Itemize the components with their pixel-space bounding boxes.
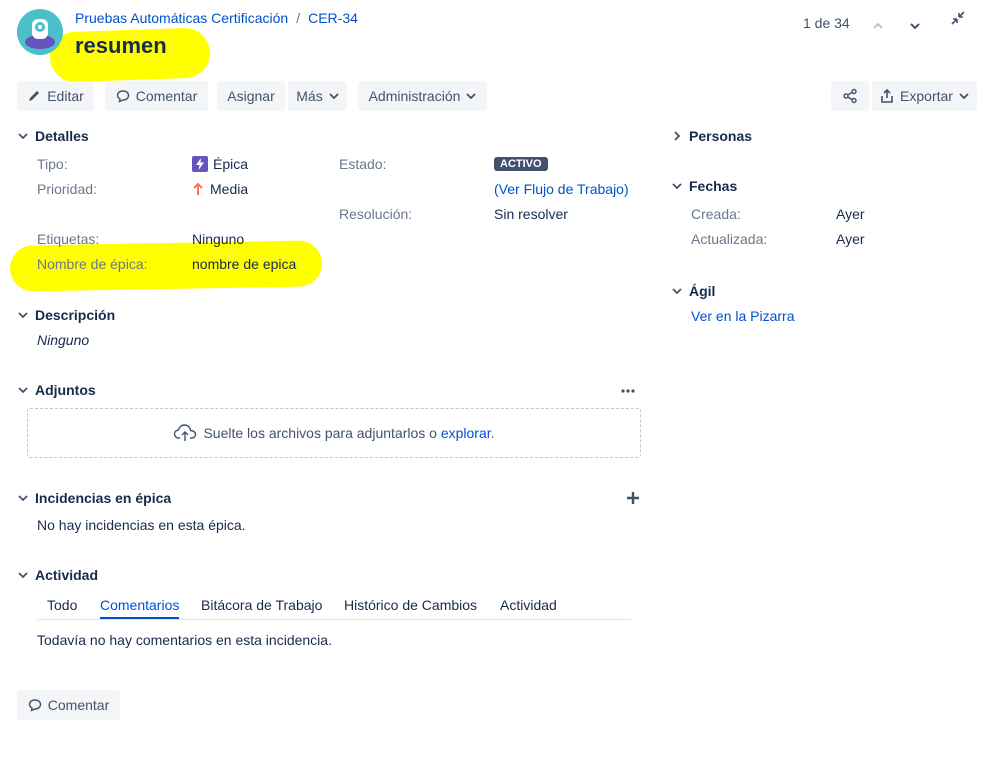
chevron-down-icon <box>17 130 29 142</box>
description-value[interactable]: Ninguno <box>37 332 89 348</box>
tab-history[interactable]: Histórico de Cambios <box>344 597 477 613</box>
description-section-header[interactable]: Descripción <box>17 307 115 323</box>
chevron-down-icon <box>671 285 683 297</box>
tab-comments[interactable]: Comentarios <box>100 597 180 619</box>
attachments-dropzone[interactable]: Suelte los archivos para adjuntarlos o e… <box>27 408 641 458</box>
tab-worklog[interactable]: Bitácora de Trabajo <box>201 597 322 613</box>
export-icon <box>881 88 893 103</box>
activity-tabs-underline <box>37 619 631 620</box>
priority-value-text: Media <box>210 181 249 197</box>
chevron-down-icon <box>959 93 969 100</box>
chevron-down-icon <box>17 569 29 581</box>
workflow-link-wrapper: (Ver Flujo de Trabajo) <box>494 181 629 197</box>
attachments-section-header[interactable]: Adjuntos <box>17 382 96 398</box>
chevron-right-icon <box>671 130 683 142</box>
arrow-up-icon <box>193 182 203 195</box>
dropzone-period: . <box>490 425 495 441</box>
more-button-label: Más <box>296 88 323 104</box>
assign-button-label: Asignar <box>227 88 275 104</box>
edit-button[interactable]: Editar <box>17 81 94 111</box>
comment-button[interactable]: Comentar <box>105 81 208 111</box>
previous-issue-icon[interactable] <box>872 18 884 34</box>
breadcrumb: Pruebas Automáticas Certificación / CER-… <box>75 10 358 26</box>
project-avatar[interactable] <box>17 9 63 55</box>
next-issue-icon[interactable] <box>909 18 921 34</box>
type-value-text: Épica <box>213 156 249 172</box>
administration-button[interactable]: Administración <box>358 81 487 111</box>
resolution-value: Sin resolver <box>494 206 568 222</box>
updated-value: Ayer <box>836 231 865 247</box>
epic-issues-title: Incidencias en épica <box>35 490 172 506</box>
chevron-down-icon <box>17 384 29 396</box>
export-button[interactable]: Exportar <box>872 81 977 111</box>
created-value: Ayer <box>836 206 865 222</box>
comment-icon <box>116 90 129 103</box>
status-badge: ACTIVO <box>494 157 548 171</box>
details-section-header[interactable]: Detalles <box>17 128 89 144</box>
cloud-upload-icon <box>174 424 197 441</box>
agile-section-header[interactable]: Ágil <box>671 283 715 299</box>
bottom-comment-label: Comentar <box>47 697 110 713</box>
activity-title: Actividad <box>35 567 99 583</box>
workflow-close-paren: ) <box>623 181 629 197</box>
export-button-label: Exportar <box>900 88 953 104</box>
chevron-down-icon <box>17 309 29 321</box>
pager-position: 1 de 34 <box>803 15 850 31</box>
labels-label: Etiquetas: <box>37 231 100 247</box>
tab-activity[interactable]: Actividad <box>500 597 557 613</box>
edit-button-label: Editar <box>47 88 84 104</box>
agile-title: Ágil <box>689 283 716 299</box>
view-on-board-link[interactable]: Ver en la Pizarra <box>691 308 795 324</box>
breadcrumb-project-link[interactable]: Pruebas Automáticas Certificación <box>75 10 288 26</box>
share-button[interactable] <box>831 81 869 111</box>
chevron-down-icon <box>671 180 683 192</box>
add-issue-icon[interactable] <box>626 491 640 508</box>
people-section-header[interactable]: Personas <box>671 128 752 144</box>
created-label: Creada: <box>691 206 741 222</box>
pencil-icon <box>29 91 40 101</box>
view-workflow-link[interactable]: Ver Flujo de Trabajo <box>499 181 624 197</box>
comment-button-label: Comentar <box>135 88 198 104</box>
collapse-icon[interactable] <box>950 10 966 29</box>
epic-name-value[interactable]: nombre de epica <box>192 256 296 272</box>
attachments-more-icon[interactable] <box>620 383 636 402</box>
tab-all[interactable]: Todo <box>47 597 77 613</box>
updated-label: Actualizada: <box>691 231 768 247</box>
type-value[interactable]: Épica <box>192 156 248 172</box>
status-label: Estado: <box>339 156 387 172</box>
epic-issues-section-header[interactable]: Incidencias en épica <box>17 490 171 506</box>
dates-title: Fechas <box>689 178 738 194</box>
assign-button[interactable]: Asignar <box>217 81 285 111</box>
dates-section-header[interactable]: Fechas <box>671 178 737 194</box>
breadcrumb-issue-link[interactable]: CER-34 <box>308 10 358 26</box>
activity-section-header[interactable]: Actividad <box>17 567 98 583</box>
type-label: Tipo: <box>37 156 68 172</box>
chevron-down-icon <box>17 492 29 504</box>
activity-empty: Todavía no hay comentarios en esta incid… <box>37 632 332 648</box>
labels-value[interactable]: Ninguno <box>192 231 244 247</box>
dropzone-text: Suelte los archivos para adjuntarlos o <box>203 425 441 441</box>
resolution-label: Resolución: <box>339 206 413 222</box>
administration-button-label: Administración <box>368 88 461 104</box>
epic-icon <box>192 156 208 172</box>
priority-label: Prioridad: <box>37 181 97 197</box>
issue-summary[interactable]: resumen <box>75 33 167 59</box>
attachments-title: Adjuntos <box>35 382 96 398</box>
chevron-down-icon <box>466 93 477 100</box>
epic-issues-empty: No hay incidencias en esta épica. <box>37 517 246 533</box>
bottom-comment-button[interactable]: Comentar <box>17 690 120 720</box>
epic-name-label: Nombre de épica: <box>37 256 148 272</box>
share-icon <box>843 88 857 104</box>
comment-icon <box>28 699 41 712</box>
browse-link[interactable]: explorar <box>441 425 491 441</box>
chevron-down-icon <box>329 93 339 100</box>
priority-value[interactable]: Media <box>192 181 248 197</box>
details-title: Detalles <box>35 128 89 144</box>
people-title: Personas <box>689 128 753 144</box>
more-button[interactable]: Más <box>288 81 347 111</box>
breadcrumb-separator: / <box>296 10 301 26</box>
description-title: Descripción <box>35 307 116 323</box>
